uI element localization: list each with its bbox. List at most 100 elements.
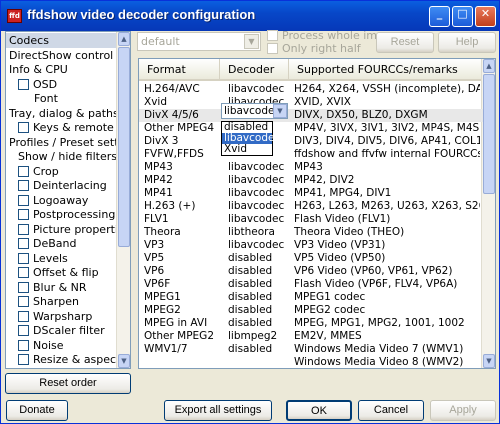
table-row[interactable]: DivX 3 DIV3, DIV4, DIV5, DIV6, AP41, COL1… bbox=[139, 135, 483, 148]
checkbox-icon[interactable] bbox=[18, 223, 29, 235]
table-row[interactable]: H.263 (+) libavcodec H263, L263, M263, U26… bbox=[139, 200, 483, 213]
cancel-button[interactable]: Cancel bbox=[358, 400, 424, 421]
table-cell: MPEG, MPG1, MPG2, 1001, 1002 bbox=[294, 317, 465, 329]
table-row[interactable]: DivX 4/5/6libavcodecDIVX, DX50, BLZ0, DX… bbox=[139, 109, 483, 122]
decoder-select[interactable]: libavcodec ▼ bbox=[221, 103, 288, 119]
checkbox-icon[interactable] bbox=[18, 325, 29, 336]
tree-item[interactable]: Resize & aspect bbox=[6, 352, 120, 367]
table-row[interactable]: H.264/AVC libavcodec H264, X264, VSSH (inc… bbox=[139, 83, 483, 96]
column-header-decoder[interactable]: Decoder bbox=[220, 59, 289, 81]
checkbox-icon[interactable] bbox=[18, 180, 29, 191]
tree-scroll-thumb[interactable] bbox=[118, 47, 130, 247]
tree-item[interactable]: Noise bbox=[6, 338, 64, 353]
table-scrollbar[interactable]: ▲ ▼ bbox=[481, 59, 495, 368]
tree-item[interactable]: OSD bbox=[6, 77, 57, 92]
table-cell: MP42, DIV2 bbox=[294, 174, 355, 186]
table-row[interactable]: Other MPEG2 libmpeg2 EM2V, MMES bbox=[139, 330, 483, 343]
checkbox-icon[interactable] bbox=[18, 122, 29, 133]
title-bar[interactable]: ffd ffdshow video decoder configuration … bbox=[1, 1, 499, 31]
minimize-button[interactable]: _ bbox=[429, 6, 450, 27]
table-row[interactable]: MP43 libavcodec MP43 bbox=[139, 161, 483, 174]
tree-item-label: Info & CPU bbox=[9, 63, 68, 76]
table-row[interactable]: FLV1 libavcodec Flash Video (FLV1) bbox=[139, 213, 483, 226]
tree-item[interactable]: Crop bbox=[6, 164, 59, 179]
table-row[interactable]: VP6F disabled Flash Video (VP6F, FLV4, VP6… bbox=[139, 278, 483, 291]
table-row[interactable]: MPEG1 disabled MPEG1 codec bbox=[139, 291, 483, 304]
apply-button[interactable]: Apply bbox=[430, 400, 496, 421]
tree-item[interactable]: Info & CPU bbox=[6, 62, 68, 77]
checkbox-icon[interactable] bbox=[18, 78, 29, 90]
tree-item[interactable]: Warpsharp bbox=[6, 309, 92, 324]
tree-item[interactable]: Blur & NR bbox=[6, 280, 87, 295]
dropdown-option[interactable]: Xvid bbox=[222, 144, 272, 155]
table-cell: MPEG2 bbox=[144, 304, 181, 316]
tree-item-label: DScaler filter bbox=[33, 324, 105, 337]
tree-item[interactable]: Postprocessing bbox=[6, 207, 115, 222]
scroll-down-icon[interactable]: ▼ bbox=[118, 354, 130, 368]
table-row[interactable]: FVFW,FFDS ffdshow and ffvfw internal FOUR… bbox=[139, 148, 483, 161]
codec-table[interactable]: Format Decoder Supported FOURCCs/remarks… bbox=[138, 58, 496, 369]
maximize-button[interactable]: □ bbox=[452, 6, 473, 27]
tree-item[interactable]: Codecs bbox=[6, 33, 117, 48]
tree-item[interactable]: Show / hide filters bbox=[6, 149, 117, 164]
checkbox-icon[interactable] bbox=[18, 165, 29, 177]
checkbox-icon[interactable] bbox=[18, 209, 29, 220]
tree-item[interactable]: Keys & remote bbox=[6, 120, 114, 135]
tree-item[interactable]: Deinterlacing bbox=[6, 178, 107, 193]
checkbox-icon[interactable] bbox=[18, 238, 29, 249]
table-row[interactable]: VP3 libavcodec VP3 Video (VP31) bbox=[139, 239, 483, 252]
tree-item[interactable]: Levels bbox=[6, 251, 68, 266]
donate-button[interactable]: Donate bbox=[6, 400, 68, 421]
table-row[interactable]: Xvid libavcodec XVID, XVIX bbox=[139, 96, 483, 109]
table-cell: VP5 bbox=[144, 252, 165, 264]
scroll-up-icon[interactable]: ▲ bbox=[118, 32, 130, 46]
table-row[interactable]: Other MPEG4 MP4V, 3IVX, 3IV1, 3IV2, MP4S,… bbox=[139, 122, 483, 135]
column-header-format[interactable]: Format bbox=[139, 59, 220, 81]
only-right-half-checkbox[interactable]: Only right half bbox=[267, 42, 361, 55]
tree-item[interactable]: DeBand bbox=[6, 236, 76, 251]
tree-item[interactable]: Logoaway bbox=[6, 193, 88, 208]
reset-order-button[interactable]: Reset order bbox=[5, 373, 131, 394]
tree-item[interactable]: DScaler filter bbox=[6, 323, 105, 338]
checkbox-icon[interactable] bbox=[18, 296, 29, 307]
chevron-down-icon[interactable]: ▼ bbox=[244, 34, 259, 49]
scroll-up-icon[interactable]: ▲ bbox=[483, 59, 495, 73]
tree-item[interactable]: Sharpen bbox=[6, 294, 79, 309]
checkbox-icon[interactable] bbox=[18, 281, 29, 293]
table-row[interactable]: Theora libtheora Theora Video (THEO) bbox=[139, 226, 483, 239]
settings-tree[interactable]: Borders Resize & aspectNoiseDScaler filte… bbox=[5, 31, 131, 369]
checkbox-icon[interactable] bbox=[18, 194, 29, 206]
checkbox-icon[interactable] bbox=[18, 354, 29, 365]
table-row[interactable]: MPEG2 disabled MPEG2 codec bbox=[139, 304, 483, 317]
export-all-settings-button[interactable]: Export all settings bbox=[164, 400, 272, 421]
help-button[interactable]: Help bbox=[438, 32, 496, 53]
scroll-down-icon[interactable]: ▼ bbox=[483, 354, 495, 368]
ok-button[interactable]: OK bbox=[286, 400, 352, 421]
tree-item[interactable]: Font bbox=[6, 91, 58, 106]
tree-item[interactable]: DirectShow control bbox=[6, 48, 113, 63]
tree-item[interactable]: Offset & flip bbox=[6, 265, 99, 280]
tree-scrollbar[interactable]: ▲ ▼ bbox=[116, 32, 130, 368]
tree-item[interactable]: Tray, dialog & paths bbox=[6, 106, 119, 121]
app-icon[interactable]: ffd bbox=[7, 9, 22, 23]
preset-select[interactable]: default ▼ bbox=[137, 32, 261, 51]
close-button[interactable]: ✕ bbox=[475, 6, 496, 27]
table-row[interactable]: MP42 libavcodec MP42, DIV2 bbox=[139, 174, 483, 187]
table-row[interactable]: MP41 libavcodec MP41, MPG4, DIV1 bbox=[139, 187, 483, 200]
chevron-down-icon[interactable]: ▼ bbox=[273, 104, 287, 118]
tree-item[interactable]: Picture properties bbox=[6, 222, 130, 237]
table-row[interactable]: MPEG in AVI disabled MPEG, MPG1, MPG2, 100… bbox=[139, 317, 483, 330]
table-row[interactable]: Windows Media Video 8 (WMV2) bbox=[139, 356, 483, 368]
table-row[interactable]: VP5 disabled VP5 Video (VP50) bbox=[139, 252, 483, 265]
reset-button[interactable]: Reset bbox=[376, 32, 434, 53]
checkbox-icon[interactable] bbox=[18, 339, 29, 351]
checkbox-icon[interactable] bbox=[18, 252, 29, 264]
checkbox-icon[interactable] bbox=[18, 310, 29, 322]
table-row[interactable]: VP6 disabled VP6 Video (VP60, VP61, VP62) bbox=[139, 265, 483, 278]
table-scroll-thumb[interactable] bbox=[483, 74, 495, 194]
tree-item[interactable]: Profiles / Preset settings bbox=[6, 135, 130, 150]
column-header-fourccs[interactable]: Supported FOURCCs/remarks bbox=[289, 59, 483, 81]
table-cell: Xvid bbox=[144, 96, 167, 108]
table-row[interactable]: WMV1/7 disabled Windows Media Video 7 (WMV… bbox=[139, 343, 483, 356]
checkbox-icon[interactable] bbox=[18, 267, 29, 278]
